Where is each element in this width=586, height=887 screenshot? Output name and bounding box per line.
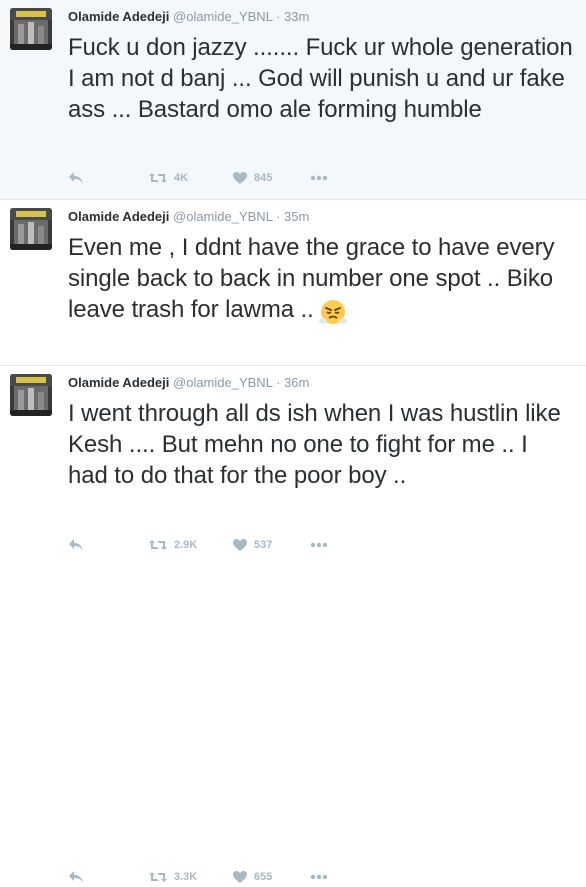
tweet-header: Olamide Adedeji @olamide_YBNL · 33m: [68, 8, 309, 26]
reply-icon: [69, 871, 83, 883]
retweet-icon: [149, 173, 167, 183]
more-dots-icon: [310, 542, 328, 548]
heart-icon: [233, 539, 247, 551]
more-button[interactable]: [310, 168, 328, 188]
like-button[interactable]: 845: [232, 168, 272, 188]
tweet-header: Olamide Adedeji @olamide_YBNL · 36m: [68, 374, 309, 392]
like-button[interactable]: 537: [232, 535, 272, 555]
avatar[interactable]: [10, 208, 52, 250]
separator: ·: [276, 375, 281, 390]
heart-icon: [233, 871, 247, 883]
retweet-icon: [149, 872, 167, 882]
tweet-actions: 2.9K 537: [68, 535, 468, 555]
tweet-item[interactable]: Olamide Adedeji @olamide_YBNL · 33m Fuck…: [0, 0, 586, 200]
steam-from-nose-face-icon: [318, 299, 347, 324]
retweet-button[interactable]: 3.3K: [148, 867, 197, 887]
heart-icon: [233, 172, 247, 184]
tweet-feed: Olamide Adedeji @olamide_YBNL · 33m Fuck…: [0, 0, 586, 883]
more-dots-icon: [310, 175, 328, 181]
retweet-button[interactable]: 4K: [148, 168, 188, 188]
separator: ·: [276, 209, 281, 224]
reply-button[interactable]: [68, 867, 84, 887]
like-button[interactable]: 655: [232, 867, 272, 887]
avatar[interactable]: [10, 8, 52, 50]
tweet-text: Even me , I ddnt have the grace to have …: [68, 232, 573, 326]
like-count: 655: [254, 871, 273, 883]
user-name[interactable]: Olamide Adedeji: [68, 9, 169, 24]
user-handle[interactable]: @olamide_YBNL: [173, 9, 272, 24]
timestamp[interactable]: 35m: [284, 209, 309, 224]
tweet-header: Olamide Adedeji @olamide_YBNL · 35m: [68, 208, 309, 226]
user-handle[interactable]: @olamide_YBNL: [173, 375, 272, 390]
user-name[interactable]: Olamide Adedeji: [68, 375, 169, 390]
timestamp[interactable]: 36m: [284, 375, 309, 390]
more-button[interactable]: [310, 535, 328, 555]
retweet-icon: [149, 540, 167, 550]
more-dots-icon: [310, 874, 328, 880]
user-name[interactable]: Olamide Adedeji: [68, 209, 169, 224]
reply-button[interactable]: [68, 535, 84, 555]
retweet-count: 2.9K: [174, 539, 198, 551]
like-count: 845: [254, 172, 273, 184]
separator: ·: [276, 9, 281, 24]
more-button[interactable]: [310, 867, 328, 887]
tweet-text: I went through all ds ish when I was hus…: [68, 400, 561, 489]
tweet-actions: 4K 845: [68, 168, 468, 188]
tweet-item[interactable]: Olamide Adedeji @olamide_YBNL · 36m I we…: [0, 366, 586, 883]
retweet-button[interactable]: 2.9K: [148, 535, 197, 555]
retweet-count: 4K: [174, 172, 189, 184]
timestamp[interactable]: 33m: [284, 9, 309, 24]
reply-icon: [69, 172, 83, 184]
tweet-text-body: Even me , I ddnt have the grace to have …: [68, 234, 555, 323]
tweet-text: Fuck u don jazzy ....... Fuck ur whole g…: [68, 34, 573, 123]
like-count: 537: [254, 539, 273, 551]
tweet-item[interactable]: Olamide Adedeji @olamide_YBNL · 35m Even…: [0, 200, 586, 551]
tweet-actions: 3.3K 655: [68, 867, 468, 887]
reply-button[interactable]: [68, 168, 84, 188]
reply-icon: [69, 539, 83, 551]
retweet-count: 3.3K: [174, 871, 198, 883]
user-handle[interactable]: @olamide_YBNL: [173, 209, 272, 224]
avatar[interactable]: [10, 374, 52, 416]
